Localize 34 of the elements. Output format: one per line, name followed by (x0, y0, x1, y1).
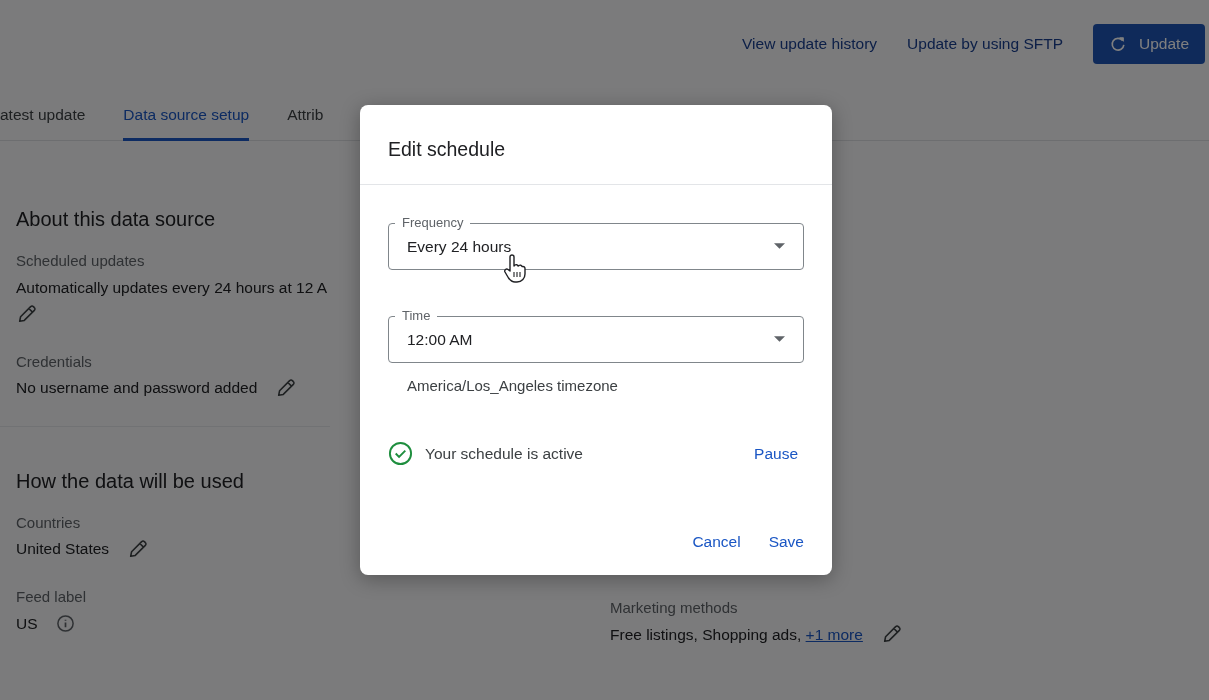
dropdown-arrow-icon (774, 336, 785, 343)
dropdown-arrow-icon (774, 243, 785, 250)
pause-button[interactable]: Pause (748, 437, 804, 469)
field-value: United States (16, 539, 110, 559)
more-link[interactable]: +1 more (805, 625, 863, 643)
field-value: Automatically updates every 24 hours at 12 A (16, 277, 328, 298)
tab[interactable]: Attrib (287, 88, 324, 141)
pencil-icon[interactable] (275, 376, 298, 399)
section-heading: About this data source (16, 207, 215, 231)
tab[interactable]: atest update (0, 88, 86, 141)
dialog-button[interactable]: Cancel (686, 525, 747, 557)
tab[interactable]: Data source setup (123, 88, 250, 141)
field-value: No username and password added (16, 378, 258, 399)
update-button[interactable]: Update (1093, 24, 1205, 64)
field-label: Marketing methods (610, 598, 739, 618)
select-field[interactable]: Time 12:00 AM (388, 308, 804, 364)
pencil-icon[interactable] (127, 537, 150, 560)
info-icon[interactable] (55, 613, 75, 633)
section-heading: How the data will be used (16, 468, 244, 493)
refresh-icon (1109, 35, 1127, 53)
status-text: Your schedule is active (425, 443, 584, 464)
field-label: Credentials (16, 351, 92, 372)
timezone-text: America/Los_Angeles timezone (406, 376, 619, 397)
field-label: Scheduled updates (16, 251, 145, 271)
field-label: Countries (16, 512, 81, 533)
field-label: Feed label (16, 587, 87, 608)
link-text[interactable]: View update history (742, 32, 878, 56)
pencil-icon[interactable] (16, 302, 38, 325)
hand-pointer-icon (502, 254, 526, 284)
dialog-title: Edit schedule (360, 105, 832, 186)
field-value: Free listings, Shopping ads, +1 more (610, 624, 863, 645)
dialog-button[interactable]: Save (762, 525, 810, 557)
field-value: US (16, 613, 38, 634)
link-text[interactable]: Update by using SFTP (907, 32, 1063, 56)
